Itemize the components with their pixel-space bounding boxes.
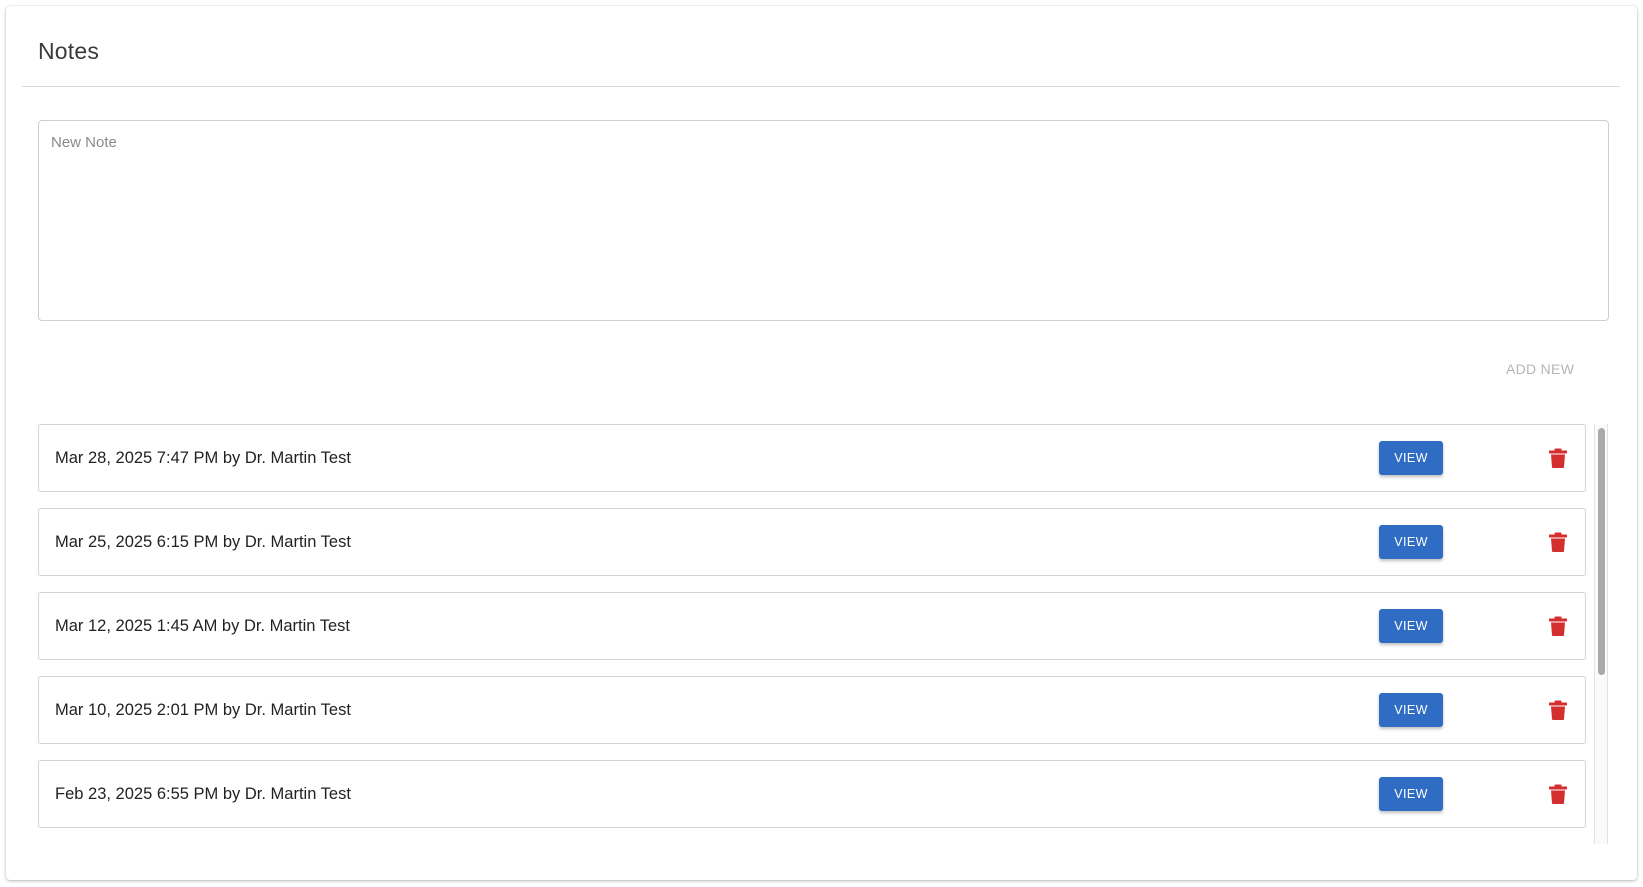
add-new-button[interactable]: ADD NEW <box>1506 361 1574 377</box>
trash-icon[interactable] <box>1549 700 1567 720</box>
note-label: Feb 23, 2025 6:55 PM by Dr. Martin Test <box>55 785 351 803</box>
note-row: Mar 28, 2025 7:47 PM by Dr. Martin Test … <box>38 424 1586 492</box>
note-row: Mar 12, 2025 1:45 AM by Dr. Martin Test … <box>38 592 1586 660</box>
view-note-button[interactable]: VIEW <box>1379 525 1443 559</box>
notes-list-container: Mar 28, 2025 7:47 PM by Dr. Martin Test … <box>38 424 1610 844</box>
note-label: Mar 25, 2025 6:15 PM by Dr. Martin Test <box>55 533 351 551</box>
new-note-input[interactable] <box>38 120 1609 321</box>
title-divider <box>22 86 1620 87</box>
scrollbar-thumb[interactable] <box>1598 428 1605 675</box>
note-label: Mar 28, 2025 7:47 PM by Dr. Martin Test <box>55 449 351 467</box>
trash-icon[interactable] <box>1549 784 1567 804</box>
note-row: Mar 10, 2025 2:01 PM by Dr. Martin Test … <box>38 676 1586 744</box>
view-note-button[interactable]: VIEW <box>1379 441 1443 475</box>
view-note-button[interactable]: VIEW <box>1379 693 1443 727</box>
trash-icon[interactable] <box>1549 616 1567 636</box>
note-label: Mar 10, 2025 2:01 PM by Dr. Martin Test <box>55 701 351 719</box>
panel-title: Notes <box>38 38 100 64</box>
trash-icon[interactable] <box>1549 448 1567 468</box>
notes-panel: Notes ADD NEW Mar 28, 2025 7:47 PM by Dr… <box>6 6 1637 880</box>
notes-scrollbar[interactable] <box>1594 424 1608 844</box>
note-row: Mar 25, 2025 6:15 PM by Dr. Martin Test … <box>38 508 1586 576</box>
view-note-button[interactable]: VIEW <box>1379 609 1443 643</box>
note-label: Mar 12, 2025 1:45 AM by Dr. Martin Test <box>55 617 351 635</box>
trash-icon[interactable] <box>1549 532 1567 552</box>
notes-list: Mar 28, 2025 7:47 PM by Dr. Martin Test … <box>38 424 1586 844</box>
note-row: Feb 23, 2025 6:55 PM by Dr. Martin Test … <box>38 760 1586 828</box>
view-note-button[interactable]: VIEW <box>1379 777 1443 811</box>
